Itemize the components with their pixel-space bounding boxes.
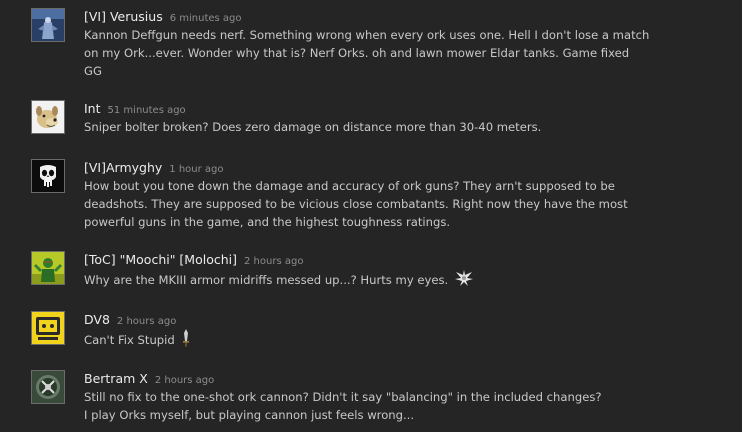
comment-timestamp: 6 minutes ago: [169, 13, 242, 24]
comment-text-segment: Can't Fix Stupid: [84, 333, 175, 347]
comment-text: Can't Fix Stupid: [84, 329, 659, 352]
comment-timestamp: 2 hours ago: [154, 375, 215, 386]
comment-text-line: deadshots. They are supposed to be vicio…: [84, 197, 628, 211]
comment-text-line: Kannon Deffgun needs nerf. Something wro…: [84, 28, 650, 42]
comment-text-line: Can't Fix Stupid: [84, 329, 659, 352]
comment-timestamp: 2 hours ago: [116, 316, 177, 327]
comment-header: [VI]Armyghy 1 hour ago: [84, 157, 224, 176]
blue-armored-figure-avatar[interactable]: [31, 8, 65, 42]
comment-text: How bout you tone down the damage and ac…: [84, 177, 659, 231]
comment-header: DV8 2 hours ago: [84, 309, 176, 328]
comment-text: Kannon Deffgun needs nerf. Something wro…: [84, 26, 659, 80]
comment-thread: [VI] Verusius 6 minutes ago Kannon Deffgu…: [0, 0, 742, 432]
yellow-badge-avatar[interactable]: [31, 311, 65, 345]
comment-timestamp: 2 hours ago: [244, 256, 304, 267]
comment-author[interactable]: DV8: [84, 312, 110, 327]
comment-text-line: How bout you tone down the damage and ac…: [84, 179, 615, 193]
comment-text-line: Sniper bolter broken? Does zero damage o…: [84, 120, 542, 134]
comment-text-segment: Why are the MKIII armor midriffs messed …: [84, 273, 449, 287]
comment-author[interactable]: Bertram X: [84, 371, 148, 386]
comment-text: Sniper bolter broken? Does zero damage o…: [84, 118, 659, 136]
comment-author[interactable]: [VI] Verusius: [84, 9, 163, 24]
cartoon-dog-avatar[interactable]: [31, 100, 65, 134]
comment-header: [ToC] "Moochi" [Molochi] 2 hours ago: [84, 249, 303, 268]
emblem-badge-avatar[interactable]: [31, 370, 65, 404]
comment-timestamp: 51 minutes ago: [107, 105, 186, 116]
comment-header: Bertram X 2 hours ago: [84, 368, 214, 387]
comment-text-line: powerful guns in the game, and the highe…: [84, 215, 451, 229]
comment-text-line: GG: [84, 64, 102, 78]
comment-text-line: on my Ork...ever. Wonder why that is? Ne…: [84, 46, 630, 60]
comment-text-line: I play Orks myself, but playing cannon j…: [84, 408, 415, 422]
comment-text-line: Still no fix to the one-shot ork cannon?…: [84, 390, 602, 404]
sword-icon: [181, 329, 191, 352]
comment-author[interactable]: Int: [84, 101, 101, 116]
green-ork-avatar[interactable]: [31, 251, 65, 285]
punisher-skull-avatar[interactable]: [31, 159, 65, 193]
comment-timestamp: 1 hour ago: [169, 164, 224, 175]
comment-header: Int 51 minutes ago: [84, 98, 186, 117]
comment-header: [VI] Verusius 6 minutes ago: [84, 6, 242, 25]
comment-text: Why are the MKIII armor midriffs messed …: [84, 269, 659, 292]
comment-text-line: Why are the MKIII armor midriffs messed …: [84, 269, 659, 292]
comment-author[interactable]: [ToC] "Moochi" [Molochi]: [84, 252, 237, 267]
comment-text: Still no fix to the one-shot ork cannon?…: [84, 388, 659, 424]
comment-author[interactable]: [VI]Armyghy: [84, 160, 162, 175]
winged-emblem-icon: [454, 269, 474, 292]
